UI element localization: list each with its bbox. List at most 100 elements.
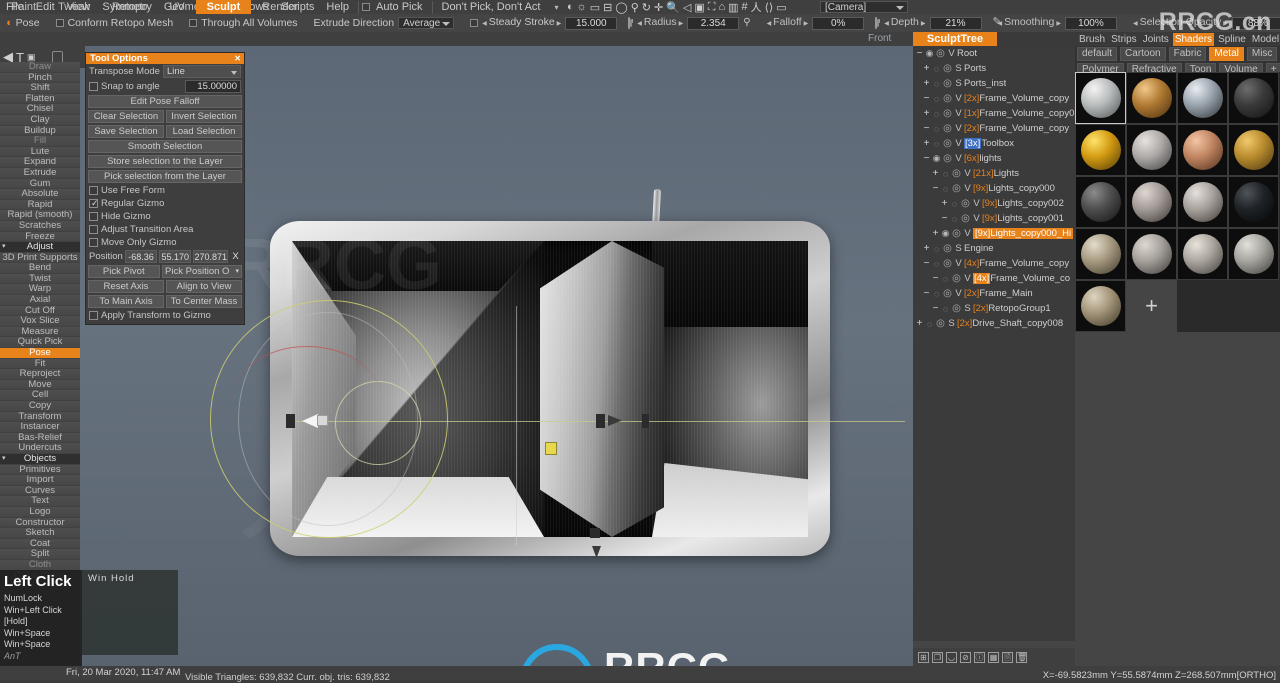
tool-flatten[interactable]: Flatten [0, 93, 80, 105]
tool-adjust[interactable]: ▾ Adjust [0, 242, 80, 253]
material-cell[interactable] [1126, 176, 1177, 228]
magnet-icon[interactable]: ⚲ [631, 1, 639, 14]
shader-material-grid[interactable]: + [1075, 72, 1280, 332]
align-to-view-button[interactable]: Align to View [166, 280, 242, 293]
add-material-cell[interactable]: + [1126, 280, 1177, 332]
visibility-dot-icon[interactable]: ◎ [951, 273, 962, 284]
tool-cell[interactable]: Cell [0, 390, 80, 401]
tab-strips[interactable]: Strips [1109, 33, 1139, 46]
selection-opacity-value[interactable]: 88% [1231, 16, 1280, 30]
info-icon[interactable]: ⓘ [974, 651, 985, 663]
category-cartoon[interactable]: Cartoon [1120, 47, 1166, 61]
tool-vox-slice[interactable]: Vox Slice [0, 316, 80, 327]
hide-icon[interactable]: ⊘ [960, 651, 971, 663]
expander-icon[interactable]: − [915, 48, 924, 59]
tab-model[interactable]: Model [1250, 33, 1280, 46]
conform-checkbox[interactable] [55, 19, 64, 27]
use-free-form-row[interactable]: Use Free Form [86, 184, 244, 197]
brackets-icon[interactable]: ⟨⟩ [765, 1, 774, 14]
through-all-volumes-option[interactable]: Through All Volumes [184, 14, 302, 32]
position-z-field[interactable]: 270.871 [193, 250, 229, 263]
category-default[interactable]: default [1077, 47, 1118, 61]
tool-primitives[interactable]: Primitives [0, 464, 80, 476]
expander-icon[interactable]: + [922, 63, 931, 74]
tool-move[interactable]: Move [0, 379, 80, 391]
pick-position-select[interactable]: Pick Position O ▾ [161, 265, 242, 278]
material-cell[interactable] [1177, 124, 1228, 176]
tool-copy[interactable]: Copy [0, 401, 80, 412]
invert-selection-button[interactable]: Invert Selection [166, 110, 242, 123]
visibility-dot-icon[interactable]: ◎ [942, 63, 953, 74]
to-main-axis-button[interactable]: To Main Axis [88, 295, 164, 308]
eye-icon[interactable]: ◌ [940, 304, 951, 314]
steady-stroke-label[interactable]: Steady Stroke [482, 13, 561, 33]
material-cell[interactable] [1228, 228, 1279, 280]
extrude-direction-select[interactable]: Average [398, 17, 455, 29]
snap-to-angle-value[interactable]: 15.00000 [185, 80, 241, 93]
visibility-dot-icon[interactable]: ◎ [960, 198, 971, 209]
tool-warp[interactable]: Warp [0, 284, 80, 296]
grid-icon[interactable]: ▦ [988, 651, 999, 663]
expander-icon[interactable]: − [922, 153, 931, 164]
move-only-gizmo-checkbox[interactable] [89, 238, 98, 247]
tab-render[interactable]: Render [251, 0, 309, 14]
expander-icon[interactable]: + [931, 228, 940, 239]
position-x-field[interactable]: -68.36 [124, 250, 158, 263]
snap-to-angle-checkbox[interactable] [89, 82, 98, 91]
sculpt-tree-panel[interactable]: − ◉ ◎ V Root + ◌ ◎ S Ports + ◌ ◎ S Ports_inst − ◌ ◎ V [2… [913, 46, 1075, 641]
tree-row[interactable]: − ◌ ◎ S [2x] RetopoGroup1 [913, 301, 1075, 316]
eye-icon[interactable]: ◌ [924, 319, 935, 329]
tree-row[interactable]: − ◌ ◎ V [2x] Frame_Volume_copy [913, 91, 1075, 106]
box-icon[interactable]: ▥ [728, 1, 738, 14]
home-icon[interactable]: ⌂ [718, 1, 725, 13]
image-icon[interactable]: ▣ [694, 1, 704, 14]
tab-sculpttree[interactable]: SculptTree [913, 32, 997, 46]
visibility-dot-icon[interactable]: ◎ [951, 183, 962, 194]
expander-icon[interactable]: − [922, 93, 931, 104]
adjust-transition-area-row[interactable]: Adjust Transition Area [86, 223, 244, 236]
visibility-dot-icon[interactable]: ◎ [942, 78, 953, 89]
store-selection-button[interactable]: Store selection to the Layer [88, 155, 242, 168]
apply-transform-checkbox[interactable] [89, 311, 98, 320]
visibility-dot-icon[interactable]: ◎ [942, 258, 953, 269]
eye-icon[interactable]: ◌ [940, 184, 951, 194]
edit-pose-falloff-button[interactable]: Edit Pose Falloff [88, 95, 242, 108]
depth-value[interactable]: 21% [929, 16, 982, 30]
material-cell[interactable] [1075, 72, 1126, 124]
tree-row[interactable]: − ◉ ◎ V Root [913, 46, 1075, 61]
eye-icon[interactable]: ◌ [931, 94, 942, 104]
frame-tool-icon[interactable]: ▣ [27, 52, 36, 63]
delete-icon[interactable]: 🗑 [1016, 651, 1027, 663]
eye-icon[interactable]: ◌ [931, 139, 942, 149]
hide-gizmo-checkbox[interactable] [89, 212, 98, 221]
tree-row[interactable]: + ◌ ◎ V [3x] Toolbox [913, 136, 1075, 151]
tool-split[interactable]: Split [0, 549, 80, 560]
tree-row[interactable]: − ◌ ◎ V [2x] Frame_Main [913, 286, 1075, 301]
conform-retopo-mesh-option[interactable]: Conform Retopo Mesh [51, 14, 179, 32]
tool-gum[interactable]: Gum [0, 178, 80, 190]
tab-brush[interactable]: Brush [1077, 33, 1107, 46]
falloff-label[interactable]: Falloff [767, 13, 809, 33]
tool-undercuts[interactable]: Undercuts [0, 443, 80, 454]
search-icon[interactable]: ⚲ [743, 14, 750, 32]
tab-shaders[interactable]: Shaders [1172, 32, 1215, 46]
tree-row[interactable]: − ◌ ◎ V [4x] Frame_Volume_copy [913, 256, 1075, 271]
falloff-value[interactable]: 0% [812, 16, 865, 30]
tool-constructor[interactable]: Constructor [0, 517, 80, 529]
tool-fill[interactable]: Fill [0, 136, 80, 147]
tree-row[interactable]: − ◉ ◎ V [6x] lights [913, 151, 1075, 166]
reset-axis-button[interactable]: Reset Axis [88, 280, 164, 293]
tool-reproject[interactable]: Reproject [0, 369, 80, 380]
position-y-field[interactable]: 55.170 [159, 250, 192, 263]
expander-icon[interactable]: − [922, 258, 931, 269]
eye-icon[interactable]: ◌ [940, 169, 951, 179]
flatten-icon[interactable]: ⊟ [603, 1, 612, 14]
tree-row[interactable]: − ◌ ◎ V [9x] Lights_copy001 [913, 211, 1075, 226]
visibility-dot-icon[interactable]: ◎ [951, 303, 962, 314]
tool-extrude[interactable]: Extrude [0, 167, 80, 179]
tree-row[interactable]: + ◌ ◎ V [9x] Lights_copy002 [913, 196, 1075, 211]
visibility-dot-icon[interactable]: ◎ [942, 138, 953, 149]
tree-row[interactable]: + ◌ ◎ S Ports [913, 61, 1075, 76]
tree-row[interactable]: + ◌ ◎ S Engine [913, 241, 1075, 256]
eye-icon[interactable]: ◉ [924, 48, 935, 59]
